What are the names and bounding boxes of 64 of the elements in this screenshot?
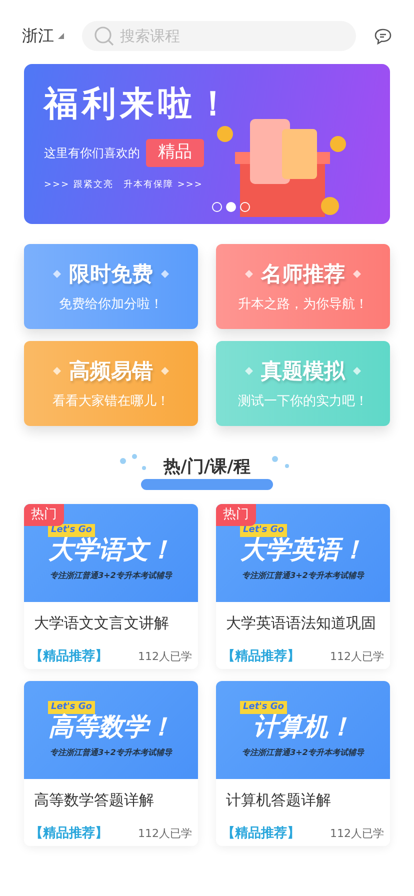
course-title: 高等数学答题详解 (33, 790, 155, 811)
message-icon[interactable] (374, 28, 392, 44)
course-title: 大学英语语法知道巩固 (225, 613, 377, 634)
cover-title: 大学语文！ (48, 537, 174, 562)
carousel-dot[interactable] (240, 202, 250, 212)
cover-caption: 专注浙江普通3+2专升本考试辅导 (50, 570, 172, 582)
cover-caption: 专注浙江普通3+2专升本考试辅导 (50, 747, 172, 760)
course-card[interactable]: 热门 Let's Go 大学英语！ 专注浙江普通3+2专升本考试辅导 大学英语语法知道巩固 【精品推荐】 112人已学 (216, 504, 390, 669)
diamond-icon (53, 367, 61, 376)
learner-count: 112人已学 (138, 826, 192, 842)
diamond-icon (353, 270, 361, 278)
feature-subtitle: 免费给你加分啦！ (59, 296, 163, 314)
feature-title: 真题模拟 (261, 358, 345, 384)
recommend-label: 【精品推荐】 (222, 648, 300, 666)
diamond-icon (353, 367, 361, 376)
cover-badge: Let's Go (240, 524, 287, 538)
hot-tag: 热门 (24, 504, 64, 526)
cover-badge: Let's Go (48, 700, 95, 714)
course-title: 大学语文文言文讲解 (33, 613, 170, 634)
caret-icon (58, 33, 64, 39)
feature-title: 名师推荐 (261, 260, 345, 288)
diamond-icon (161, 270, 169, 278)
banner-slogan: >>> 跟紧文亮 升本有保障 >>> (44, 178, 204, 192)
carousel-dot[interactable] (226, 202, 236, 212)
course-card[interactable]: Let's Go 计算机！ 专注浙江普通3+2专升本考试辅导 计算机答题详解 【精品推荐】 112人已学 (216, 681, 390, 846)
feature-subtitle: 升本之路，为你导航！ (238, 296, 368, 314)
banner-subtitle: 这里有你们喜欢的 (44, 145, 140, 162)
cover-caption: 专注浙江普通3+2专升本考试辅导 (242, 747, 364, 760)
feature-title: 限时免费 (69, 260, 153, 288)
cover-badge: Let's Go (48, 524, 95, 538)
bubble-icon (142, 466, 146, 470)
cover-title: 高等数学！ (48, 714, 174, 740)
recommend-label: 【精品推荐】 (30, 825, 108, 843)
banner-highlight: 精品 (146, 139, 204, 167)
diamond-icon (53, 270, 61, 278)
section-title: 热/门/课/程 (164, 456, 250, 478)
promo-banner[interactable]: 福利来啦！ 这里有你们喜欢的 精品 >>> 跟紧文亮 升本有保障 >>> (24, 64, 390, 224)
recommend-label: 【精品推荐】 (30, 648, 108, 666)
diamond-icon (245, 270, 253, 278)
course-card[interactable]: Let's Go 高等数学！ 专注浙江普通3+2专升本考试辅导 高等数学答题详解 【精品推荐】 112人已学 (24, 681, 198, 846)
feature-title: 高频易错 (69, 358, 153, 384)
search-field[interactable]: 搜索课程 (82, 21, 356, 51)
course-card[interactable]: 热门 Let's Go 大学语文！ 专注浙江普通3+2专升本考试辅导 大学语文文言文讲解 【精品推荐】 112人已学 (24, 504, 198, 669)
cover-title: 大学英语！ (240, 537, 366, 562)
hot-tag: 热门 (216, 504, 256, 526)
diamond-icon (245, 367, 253, 376)
cover-caption: 专注浙江普通3+2专升本考试辅导 (242, 570, 364, 582)
learner-count: 112人已学 (138, 648, 192, 664)
feature-subtitle: 测试一下你的实力吧！ (238, 393, 368, 411)
cover-badge: Let's Go (240, 700, 287, 714)
search-icon (94, 26, 114, 46)
location-selector[interactable]: 浙江 (22, 24, 54, 48)
bubble-icon (285, 464, 289, 468)
bubble-icon (132, 454, 137, 459)
banner-title: 福利来啦！ (44, 86, 235, 124)
course-title: 计算机答题详解 (225, 790, 332, 811)
cover-title: 计算机！ (253, 714, 353, 740)
learner-count: 112人已学 (330, 648, 384, 664)
learner-count: 112人已学 (330, 826, 384, 842)
diamond-icon (161, 367, 169, 376)
recommend-label: 【精品推荐】 (222, 825, 300, 843)
carousel-dot[interactable] (212, 202, 222, 212)
bubble-icon (272, 456, 278, 462)
feature-subtitle: 看看大家错在哪儿！ (52, 393, 170, 411)
